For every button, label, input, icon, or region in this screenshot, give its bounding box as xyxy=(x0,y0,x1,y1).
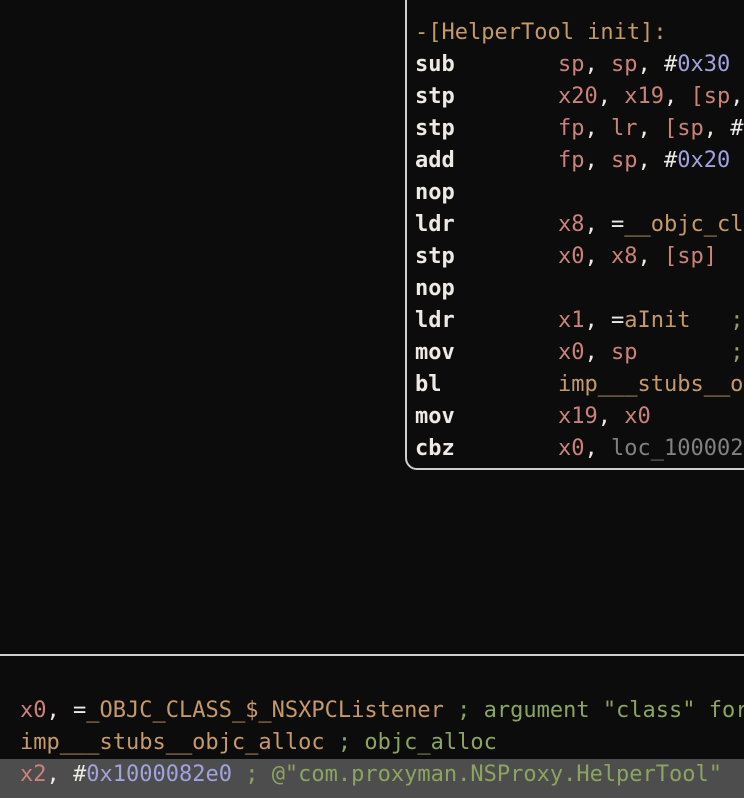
token-p: , xyxy=(638,148,665,173)
mnemonic: stp xyxy=(415,81,558,113)
token-sym: __objc_cl xyxy=(624,212,743,237)
mnemonic: stp xyxy=(415,113,558,145)
asm-line[interactable]: stpfp, lr, [sp, # xyxy=(407,113,744,145)
asm-line[interactable]: nop xyxy=(407,177,744,209)
mnemonic: mov xyxy=(415,337,558,369)
token-reg: x20 xyxy=(558,84,598,109)
method-label[interactable]: -[HelperTool init]: xyxy=(407,17,744,49)
token-reg: [sp] xyxy=(664,244,717,269)
disassembler-window: { "colors": { "bg": "#0c0c0c", "border":… xyxy=(0,0,744,798)
mnemonic: nop xyxy=(415,177,558,209)
asm-line[interactable]: blimp___stubs__o xyxy=(407,369,744,401)
token-p: , xyxy=(598,84,625,109)
token-p: , xyxy=(638,244,665,269)
mnemonic: ldr xyxy=(415,209,558,241)
token-reg: sp xyxy=(611,148,638,173)
token-p: # xyxy=(73,762,86,787)
main-disassembly-lines: x0, =_OBJC_CLASS_$_NSXPCListener ; argum… xyxy=(0,695,744,791)
asm-line-selected[interactable]: x2, #0x1000082e0 ; @"com.proxyman.NSProx… xyxy=(0,759,744,791)
token-p: = xyxy=(73,698,86,723)
token-reg: fp xyxy=(558,116,585,141)
token-sym: _OBJC_CLASS_$_NSXPCListener xyxy=(86,698,444,723)
token-p: , xyxy=(47,698,74,723)
token-sym: -[HelperTool init]: xyxy=(415,20,667,45)
token-reg: [sp xyxy=(691,84,731,109)
token-p: # xyxy=(664,148,677,173)
token-p: , # xyxy=(704,116,744,141)
mnemonic: stp xyxy=(415,241,558,273)
token-reg: x8 xyxy=(611,244,638,269)
asm-line[interactable]: stpx0, x8, [sp] xyxy=(407,241,744,273)
token-reg: x0 xyxy=(558,340,585,365)
token-p xyxy=(690,308,730,333)
token-reg: sp xyxy=(558,52,585,77)
token-reg: x0 xyxy=(558,436,585,461)
token-reg: x0 xyxy=(20,698,47,723)
mnemonic: nop xyxy=(415,273,558,305)
mnemonic: add xyxy=(415,145,558,177)
token-p: , xyxy=(585,436,612,461)
token-p: , xyxy=(585,212,612,237)
token-com: ; argument "class" for xyxy=(444,698,744,723)
mnemonic: cbz xyxy=(415,433,558,465)
asm-line[interactable]: subsp, sp, #0x30 xyxy=(407,49,744,81)
token-p: , xyxy=(47,762,74,787)
token-com: ; xyxy=(730,340,743,365)
token-sym: imp___stubs__objc_alloc xyxy=(20,730,325,755)
asm-line[interactable]: x0, =_OBJC_CLASS_$_NSXPCListener ; argum… xyxy=(0,695,744,727)
asm-line[interactable]: addfp, sp, #0x20 xyxy=(407,145,744,177)
token-p: # xyxy=(664,52,677,77)
token-p: , xyxy=(638,116,665,141)
asm-line[interactable]: cbzx0, loc_100002 xyxy=(407,433,744,465)
token-sym: imp___stubs__o xyxy=(558,372,743,397)
token-p: = xyxy=(611,212,624,237)
asm-line[interactable]: movx0, sp ; xyxy=(407,337,744,369)
mnemonic: mov xyxy=(415,401,558,433)
token-p xyxy=(638,340,731,365)
token-loc: loc_100002 xyxy=(611,436,743,461)
disassembly-popup: -[HelperTool init]:subsp, sp, #0x30stpx2… xyxy=(405,0,744,470)
token-p: , xyxy=(638,52,665,77)
token-reg: x8 xyxy=(558,212,585,237)
token-imm: 0x30 xyxy=(677,52,730,77)
popup-code-lines: -[HelperTool init]:subsp, sp, #0x30stpx2… xyxy=(407,17,744,465)
asm-line[interactable]: ldrx1, =aInit ; xyxy=(407,305,744,337)
mnemonic: bl xyxy=(415,369,558,401)
token-reg: sp xyxy=(611,340,638,365)
asm-line[interactable]: movx19, x0 xyxy=(407,401,744,433)
token-p: = xyxy=(611,308,624,333)
token-p: , xyxy=(585,244,612,269)
token-imm: 0x20 xyxy=(677,148,730,173)
token-reg: lr xyxy=(611,116,638,141)
token-reg: x1 xyxy=(558,308,585,333)
token-sym: aInit xyxy=(624,308,690,333)
token-com: ; xyxy=(730,308,743,333)
token-reg: fp xyxy=(558,148,585,173)
token-imm: 0x1000082e0 xyxy=(86,762,232,787)
token-p: , xyxy=(730,84,743,109)
asm-line[interactable]: imp___stubs__objc_alloc ; objc_alloc xyxy=(0,727,744,759)
mnemonic: sub xyxy=(415,49,558,81)
asm-line[interactable]: ldrx8, =__objc_cl xyxy=(407,209,744,241)
token-reg: x19 xyxy=(558,404,598,429)
asm-line[interactable]: stpx20, x19, [sp, xyxy=(407,81,744,113)
token-reg: x19 xyxy=(624,84,664,109)
pane-splitter[interactable] xyxy=(0,654,744,656)
token-p: , xyxy=(585,308,612,333)
token-reg: x0 xyxy=(624,404,651,429)
token-reg: [sp xyxy=(664,116,704,141)
asm-line[interactable]: nop xyxy=(407,273,744,305)
token-com: ; objc_alloc xyxy=(325,730,497,755)
token-reg: x0 xyxy=(558,244,585,269)
token-com: ; @"com.proxyman.NSProxy.HelperTool" xyxy=(232,762,722,787)
token-p: , xyxy=(585,340,612,365)
token-p: , xyxy=(585,148,612,173)
mnemonic: ldr xyxy=(415,305,558,337)
token-p: , xyxy=(598,404,625,429)
token-p: , xyxy=(585,52,612,77)
token-p: , xyxy=(585,116,612,141)
token-reg: x2 xyxy=(20,762,47,787)
token-reg: sp xyxy=(611,52,638,77)
token-p: , xyxy=(664,84,691,109)
